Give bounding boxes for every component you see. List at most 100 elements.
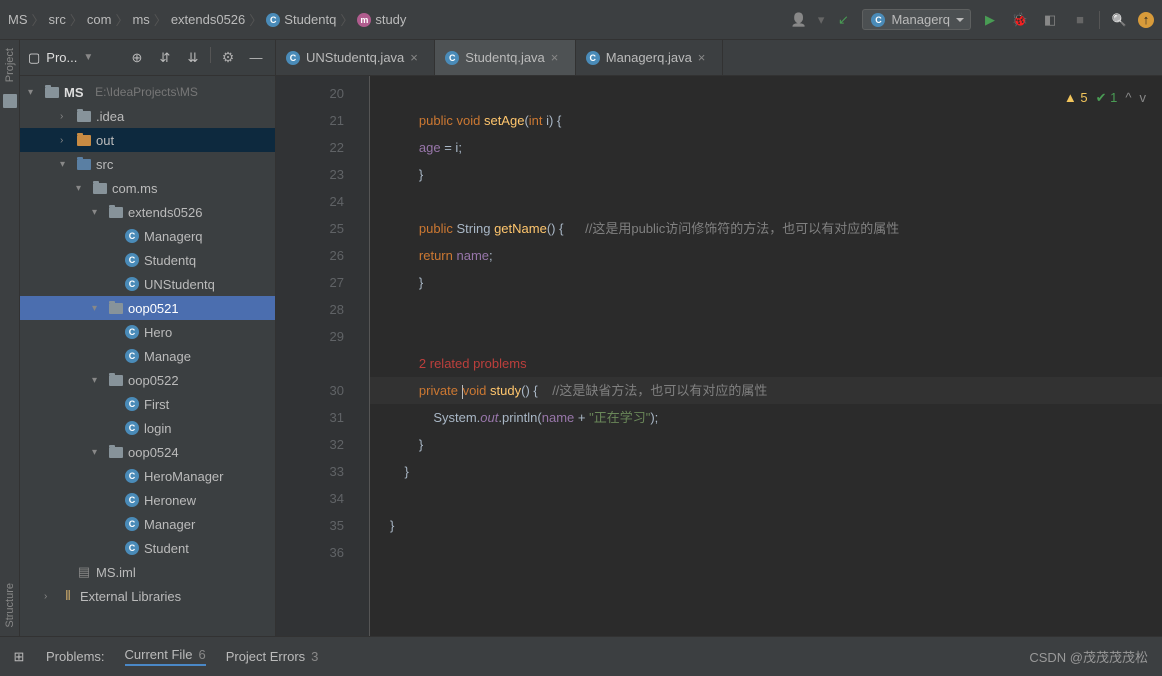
tree-item[interactable]: ▾src: [20, 152, 275, 176]
tree-item[interactable]: ▾oop0522: [20, 368, 275, 392]
code-line[interactable]: [370, 296, 1162, 323]
code-line[interactable]: [370, 485, 1162, 512]
bookmarks-icon[interactable]: [3, 94, 17, 108]
tree-item-icon: C: [124, 396, 140, 412]
breadcrumb-item[interactable]: src: [49, 12, 66, 27]
close-icon[interactable]: ×: [410, 50, 424, 65]
project-icon: ▢: [28, 50, 40, 66]
method-icon: m: [357, 13, 371, 27]
class-icon: C: [586, 51, 600, 65]
debug-icon[interactable]: 🐞: [1009, 9, 1031, 31]
fold-gutter: [356, 76, 370, 636]
tree-item[interactable]: CHeronew: [20, 488, 275, 512]
project-panel: ▢ Pro... ▼ ⊕ ⇵ ⇊ — ▾MS E:\IdeaProjects\M…: [20, 40, 276, 636]
code-line[interactable]: }: [370, 161, 1162, 188]
collapse-all-icon[interactable]: ⇊: [182, 47, 204, 69]
tree-item[interactable]: ›.idea: [20, 104, 275, 128]
tree-item[interactable]: CHeroManager: [20, 464, 275, 488]
code-line[interactable]: }: [370, 512, 1162, 539]
tree-item[interactable]: ▾oop0521: [20, 296, 275, 320]
class-icon: C: [286, 51, 300, 65]
close-icon[interactable]: ×: [698, 50, 712, 65]
warning-badge[interactable]: ▲ 5: [1064, 84, 1088, 111]
code-line[interactable]: public void setAge(int i) {: [370, 107, 1162, 134]
project-tree[interactable]: ▾MS E:\IdeaProjects\MS›.idea›out▾src▾com…: [20, 76, 275, 636]
code-line[interactable]: }: [370, 431, 1162, 458]
class-icon: C: [445, 51, 459, 65]
code-editor[interactable]: 2021222324252627282930313233343536 ▲ 5 ✔…: [276, 76, 1162, 636]
watermark: CSDN @茂茂茂茂松: [1029, 647, 1148, 666]
tree-item[interactable]: ▾extends0526: [20, 200, 275, 224]
project-tool-tab[interactable]: Project: [4, 48, 16, 82]
user-icon[interactable]: [788, 9, 810, 31]
code-line[interactable]: public String getName() { //这是用public访问修…: [370, 215, 1162, 242]
breadcrumb-item[interactable]: ms: [132, 12, 149, 27]
code-line[interactable]: [370, 80, 1162, 107]
tree-item-icon: C: [124, 468, 140, 484]
coverage-icon[interactable]: ◧: [1039, 9, 1061, 31]
stop-icon[interactable]: ■: [1069, 9, 1091, 31]
editor-tab[interactable]: CUNStudentq.java×: [276, 40, 435, 75]
code-line[interactable]: [370, 539, 1162, 566]
tree-item[interactable]: ▾oop0524: [20, 440, 275, 464]
updates-icon[interactable]: ↑: [1138, 12, 1154, 28]
editor-tab[interactable]: CStudentq.java×: [435, 40, 576, 75]
tree-item[interactable]: CHero: [20, 320, 275, 344]
tree-item[interactable]: CManagerq: [20, 224, 275, 248]
search-icon[interactable]: [1108, 9, 1130, 31]
tree-item[interactable]: CStudent: [20, 536, 275, 560]
code-line[interactable]: 2 related problems: [370, 350, 1162, 377]
code-line[interactable]: }: [370, 269, 1162, 296]
editor-tab[interactable]: CManagerq.java×: [576, 40, 723, 75]
code-line[interactable]: [370, 323, 1162, 350]
tree-item-icon: [108, 204, 124, 220]
run-config-label: Managerq: [891, 12, 950, 27]
tree-item[interactable]: CUNStudentq: [20, 272, 275, 296]
tree-item-icon: [108, 444, 124, 460]
expand-all-icon[interactable]: ⇵: [154, 47, 176, 69]
code-line[interactable]: [370, 188, 1162, 215]
breadcrumb-item[interactable]: CStudentq: [266, 12, 336, 27]
tree-item-icon: ⦀: [60, 588, 76, 604]
editor-tabs: CUNStudentq.java×CStudentq.java×CManager…: [276, 40, 1162, 76]
select-opened-icon[interactable]: ⊕: [126, 47, 148, 69]
gear-icon[interactable]: [217, 47, 239, 69]
run-configuration-select[interactable]: C Managerq: [862, 9, 971, 30]
tree-item[interactable]: CStudentq: [20, 248, 275, 272]
tree-item[interactable]: ›out: [20, 128, 275, 152]
run-icon[interactable]: ▶: [979, 9, 1001, 31]
close-icon[interactable]: ×: [551, 50, 565, 65]
tree-item-icon: ▤: [76, 564, 92, 580]
tree-root[interactable]: ▾MS E:\IdeaProjects\MS: [20, 80, 275, 104]
code-line[interactable]: age = i;: [370, 134, 1162, 161]
code-line[interactable]: private void study() { //这是缺省方法，也可以有对应的属…: [370, 377, 1162, 404]
breadcrumb-item[interactable]: com: [87, 12, 112, 27]
breadcrumb-item[interactable]: extends0526: [171, 12, 245, 27]
tree-item[interactable]: CManage: [20, 344, 275, 368]
tree-item-icon: C: [124, 348, 140, 364]
tree-item[interactable]: ▤MS.iml: [20, 560, 275, 584]
tree-item-icon: C: [124, 228, 140, 244]
tree-item[interactable]: ›⦀External Libraries: [20, 584, 275, 608]
tree-item[interactable]: ▾com.ms: [20, 176, 275, 200]
code-line[interactable]: return name;: [370, 242, 1162, 269]
code-line[interactable]: System.out.println(name + "正在学习");: [370, 404, 1162, 431]
breadcrumb-item[interactable]: MS: [8, 12, 28, 27]
vcs-update-icon[interactable]: ↙: [832, 9, 854, 31]
structure-tool-tab[interactable]: Structure: [4, 583, 16, 628]
problems-label[interactable]: Problems:: [46, 649, 105, 664]
tree-item-icon: C: [124, 492, 140, 508]
current-file-tab[interactable]: Current File 6: [125, 647, 206, 666]
breadcrumb-item[interactable]: mstudy: [357, 12, 406, 27]
tree-item[interactable]: Clogin: [20, 416, 275, 440]
tree-item[interactable]: CManager: [20, 512, 275, 536]
tree-item-icon: C: [124, 324, 140, 340]
tree-item-icon: C: [124, 540, 140, 556]
ok-badge[interactable]: ✔ 1: [1096, 84, 1118, 111]
hide-panel-icon[interactable]: —: [245, 47, 267, 69]
code-content[interactable]: ▲ 5 ✔ 1 ^ v public void setAge(int i) { …: [370, 76, 1162, 636]
tree-item[interactable]: CFirst: [20, 392, 275, 416]
code-line[interactable]: }: [370, 458, 1162, 485]
problems-tool-icon[interactable]: ⊞: [12, 649, 26, 665]
project-errors-tab[interactable]: Project Errors 3: [226, 649, 319, 664]
